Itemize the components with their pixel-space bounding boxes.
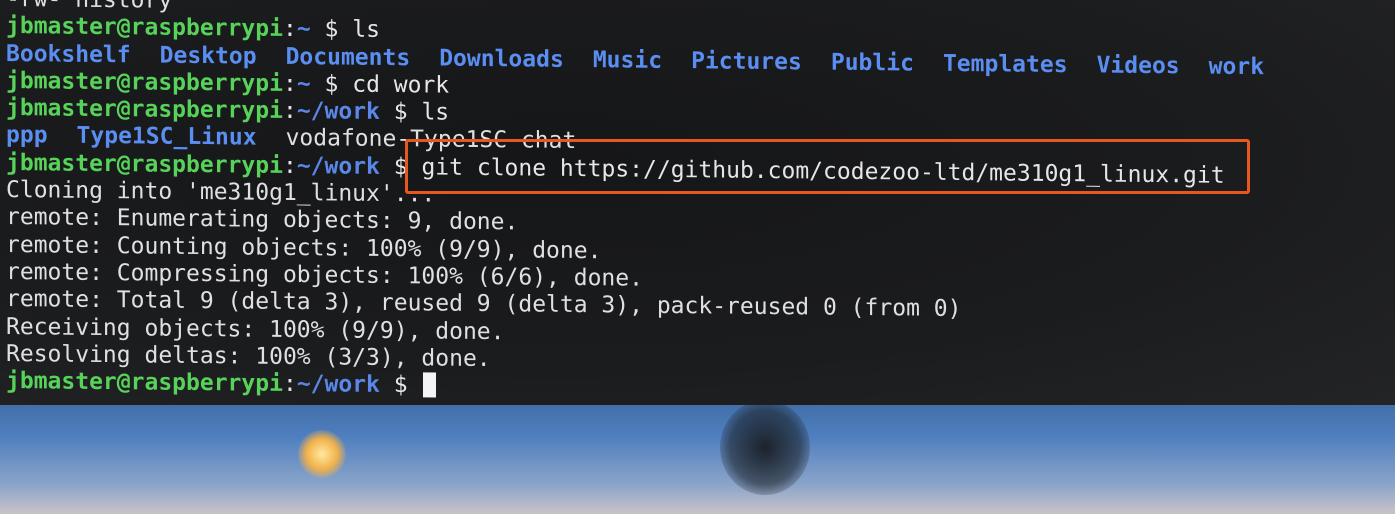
wallpaper-sky — [0, 395, 1395, 514]
prompt-dollar: $ — [310, 71, 353, 98]
directory-entry: ppp — [6, 122, 48, 149]
output-text: Resolving deltas: 100% (3/3), done. — [6, 340, 491, 372]
prompt-path: ~ — [296, 16, 311, 43]
wallpaper-shadow — [720, 400, 810, 495]
directory-entry: Templates — [942, 50, 1068, 78]
output-text: Receiving objects: 100% (9/9), done. — [6, 313, 505, 345]
directory-entry: Downloads — [439, 45, 564, 73]
prompt-path: ~/work — [296, 98, 380, 126]
terminal-output: -rw- history jbmaster@raspberrypi:~ $ ls… — [6, 0, 1264, 409]
wallpaper-lamp-glow — [298, 430, 346, 478]
prompt-colon: : — [282, 152, 297, 179]
directory-entry: Bookshelf — [6, 40, 131, 68]
directory-entry: Documents — [285, 43, 411, 71]
directory-entry: Videos — [1096, 52, 1180, 79]
prompt-dollar: $ — [379, 99, 422, 126]
directory-entry: Public — [830, 49, 914, 77]
terminal-cursor[interactable] — [423, 372, 437, 398]
prompt-path: ~/work — [296, 371, 380, 399]
prompt-user: jbmaster@raspberrypi — [6, 13, 283, 43]
file-entry: vodafone-Type1SC-chat — [285, 125, 577, 155]
prompt-dollar: $ — [379, 153, 422, 181]
prompt-dollar: $ — [379, 372, 422, 399]
prompt-user: jbmaster@raspberrypi — [6, 368, 283, 398]
prompt-dollar: $ — [310, 16, 353, 43]
output-text: remote: Enumerating objects: 9, done. — [6, 204, 519, 236]
prompt-user: jbmaster@raspberrypi — [6, 95, 283, 125]
output-text: Cloning into 'me310g1_linux'... — [6, 177, 436, 208]
prompt-path: ~/work — [296, 152, 380, 180]
directory-entry: Pictures — [691, 47, 802, 75]
command-text: ls — [421, 99, 450, 126]
prompt-path: ~ — [296, 70, 311, 98]
directory-entry: Type1SC_Linux — [76, 123, 257, 152]
prompt-user: jbmaster@raspberrypi — [6, 149, 283, 179]
prompt-colon: : — [282, 16, 297, 43]
prompt-colon: : — [282, 371, 297, 398]
command-text: cd work — [352, 71, 450, 99]
directory-entry: Music — [592, 46, 663, 74]
terminal-window[interactable]: -rw- history jbmaster@raspberrypi:~ $ ls… — [0, 0, 1395, 405]
prompt-user: jbmaster@raspberrypi — [6, 67, 283, 97]
directory-entry: Desktop — [159, 42, 257, 70]
directory-entry: work — [1208, 53, 1265, 80]
prompt-colon: : — [282, 98, 297, 125]
command-text: ls — [352, 16, 380, 44]
prompt-colon: : — [282, 70, 297, 97]
